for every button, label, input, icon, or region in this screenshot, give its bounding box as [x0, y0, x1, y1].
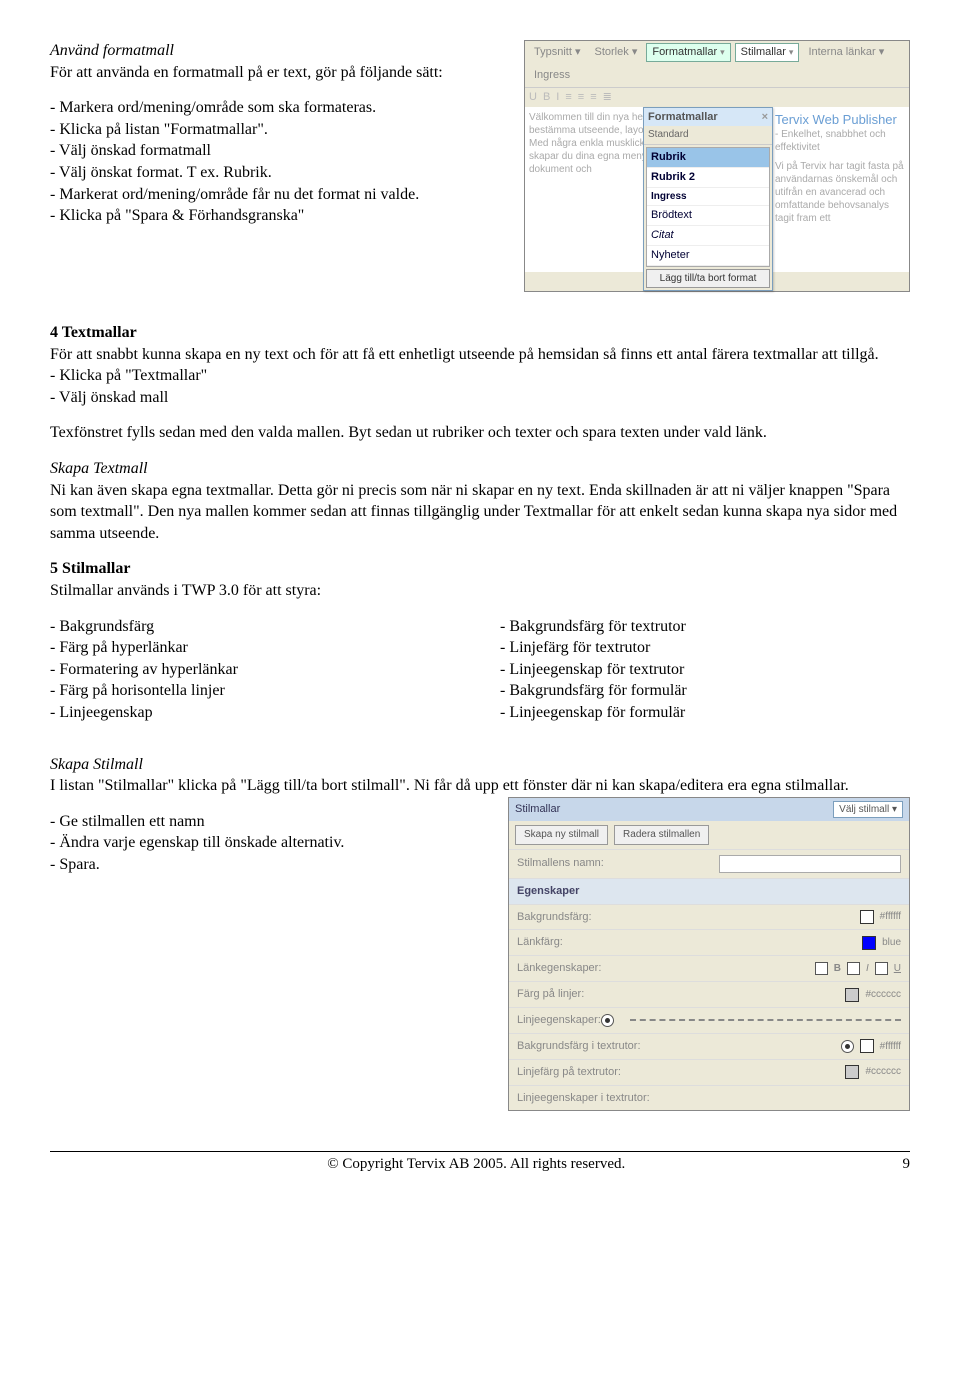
- list-item: - Linjefärg för textrutor: [500, 637, 910, 659]
- stilmallar-intro: Stilmallar används i TWP 3.0 för att sty…: [50, 580, 910, 602]
- skapa-textmall-heading: Skapa Textmall: [50, 458, 910, 480]
- textmallar-intro: För att snabbt kunna skapa en ny text oc…: [50, 344, 910, 366]
- swatch-icon[interactable]: [845, 1065, 859, 1079]
- prop-value: #ffffff: [880, 1040, 901, 1054]
- editor-toolbar: Typsnitt ▾ Storlek ▾ Formatmallar ▾ Stil…: [525, 41, 909, 88]
- properties-header: Egenskaper: [517, 884, 579, 899]
- align-left-icon[interactable]: ≡: [565, 90, 571, 105]
- skapa-textmall-text: Ni kan även skapa egna textmallar. Detta…: [50, 480, 910, 545]
- formatmallar-dropdown[interactable]: Formatmallar ▾: [646, 43, 730, 62]
- list-item: - Klicka på "Textmallar": [50, 365, 910, 387]
- italic-checkbox[interactable]: [847, 962, 860, 975]
- swatch-icon[interactable]: [862, 936, 876, 950]
- prop-value: #ffffff: [880, 910, 901, 924]
- bold-icon[interactable]: B: [543, 90, 550, 105]
- prop-label: Linjeegenskaper:: [517, 1013, 601, 1028]
- list-item: - Formatering av hyperlänkar: [50, 659, 460, 681]
- format-option-nyheter[interactable]: Nyheter: [647, 246, 769, 266]
- list-icon[interactable]: ≣: [603, 90, 612, 105]
- underline-icon[interactable]: U: [529, 90, 537, 105]
- brand-title: Tervix Web Publisher: [775, 111, 905, 129]
- prop-label: Linjefärg på textrutor:: [517, 1065, 621, 1080]
- stilmall-name-label: Stilmallens namn:: [517, 856, 604, 871]
- internal-links-dropdown[interactable]: Interna länkar ▾: [803, 43, 889, 62]
- brand-text: Vi på Tervix har tagit fasta på användar…: [775, 160, 905, 225]
- size-dropdown[interactable]: Storlek ▾: [590, 43, 643, 62]
- list-item: - Bakgrundsfärg: [50, 616, 460, 638]
- add-remove-format-button[interactable]: Lägg till/ta bort format: [646, 269, 770, 289]
- dashed-preview-icon: [630, 1019, 901, 1021]
- prop-label: Linjeegenskaper i textrutor:: [517, 1091, 650, 1106]
- close-icon[interactable]: ×: [762, 110, 768, 125]
- delete-stilmall-button[interactable]: Radera stilmallen: [614, 825, 709, 845]
- editor-format-icons: U B I ≡ ≡ ≡ ≣: [525, 88, 909, 107]
- editor-screenshot: Typsnitt ▾ Storlek ▾ Formatmallar ▾ Stil…: [524, 40, 910, 292]
- prop-label: Bakgrundsfärg i textrutor:: [517, 1039, 641, 1054]
- stilmall-panel-title: Stilmallar: [515, 802, 560, 817]
- list-item: - Välj önskad mall: [50, 387, 910, 409]
- stilmall-screenshot: Stilmallar Välj stilmall ▾ Skapa ny stil…: [508, 797, 910, 1112]
- font-dropdown[interactable]: Typsnitt ▾: [529, 43, 586, 62]
- list-item: - Linjeegenskap för formulär: [500, 702, 910, 724]
- format-option-ingress[interactable]: Ingress: [647, 188, 769, 207]
- prop-value: #cccccc: [865, 988, 901, 1002]
- italic-icon[interactable]: I: [556, 90, 559, 105]
- textmallar-heading: 4 Textmallar: [50, 322, 910, 344]
- format-option-rubrik2[interactable]: Rubrik 2: [647, 168, 769, 188]
- format-option-brodtext[interactable]: Brödtext: [647, 206, 769, 226]
- format-option-citat[interactable]: Citat: [647, 226, 769, 246]
- format-option-rubrik[interactable]: Rubrik: [647, 148, 769, 168]
- list-item: - Bakgrundsfärg för textrutor: [500, 616, 910, 638]
- list-item: - Bakgrundsfärg för formulär: [500, 680, 910, 702]
- list-item: - Linjeegenskap för textrutor: [500, 659, 910, 681]
- stilmallar-heading: 5 Stilmallar: [50, 558, 910, 580]
- stilmallar-columns: - Bakgrundsfärg - Färg på hyperlänkar - …: [50, 616, 910, 724]
- prop-value: blue: [882, 936, 901, 950]
- copyright-text: © Copyright Tervix AB 2005. All rights r…: [327, 1154, 625, 1174]
- swatch-icon[interactable]: [860, 910, 874, 924]
- align-right-icon[interactable]: ≡: [590, 90, 596, 105]
- ingress-dropdown[interactable]: Ingress: [529, 66, 575, 85]
- list-item: - Färg på horisontella linjer: [50, 680, 460, 702]
- prop-value: #cccccc: [865, 1065, 901, 1079]
- textbox-bg-radio[interactable]: [841, 1040, 854, 1053]
- select-stilmall-dropdown[interactable]: Välj stilmall ▾: [833, 801, 903, 819]
- list-item: - Linjeegenskap: [50, 702, 460, 724]
- stilmallar-dropdown[interactable]: Stilmallar ▾: [735, 43, 800, 62]
- bold-checkbox[interactable]: [815, 962, 828, 975]
- panel-title: Formatmallar: [648, 110, 718, 125]
- skapa-stilmall-heading: Skapa Stilmall: [50, 754, 910, 776]
- align-center-icon[interactable]: ≡: [578, 90, 584, 105]
- page-footer: © Copyright Tervix AB 2005. All rights r…: [50, 1151, 910, 1174]
- line-style-radio[interactable]: [601, 1014, 614, 1027]
- textmallar-outro: Texfönstret fylls sedan med den valda ma…: [50, 422, 910, 444]
- prop-label: Länkegenskaper:: [517, 961, 601, 976]
- prop-label: Bakgrundsfärg:: [517, 910, 592, 925]
- skapa-stilmall-intro: I listan "Stilmallar" klicka på "Lägg ti…: [50, 775, 910, 797]
- prop-label: Färg på linjer:: [517, 987, 584, 1002]
- page-number: 9: [903, 1154, 911, 1174]
- create-stilmall-button[interactable]: Skapa ny stilmall: [515, 825, 608, 845]
- swatch-icon[interactable]: [860, 1039, 874, 1053]
- brand-subtitle: - Enkelhet, snabbhet och effektivitet: [775, 128, 905, 154]
- prop-label: Länkfärg:: [517, 935, 563, 950]
- stilmall-name-input[interactable]: [719, 855, 901, 873]
- underline-checkbox[interactable]: [875, 962, 888, 975]
- swatch-icon[interactable]: [845, 988, 859, 1002]
- list-item: - Färg på hyperlänkar: [50, 637, 460, 659]
- panel-subtitle: Standard: [644, 126, 772, 145]
- formatmallar-panel: Formatmallar × Standard Rubrik Rubrik 2 …: [643, 107, 773, 292]
